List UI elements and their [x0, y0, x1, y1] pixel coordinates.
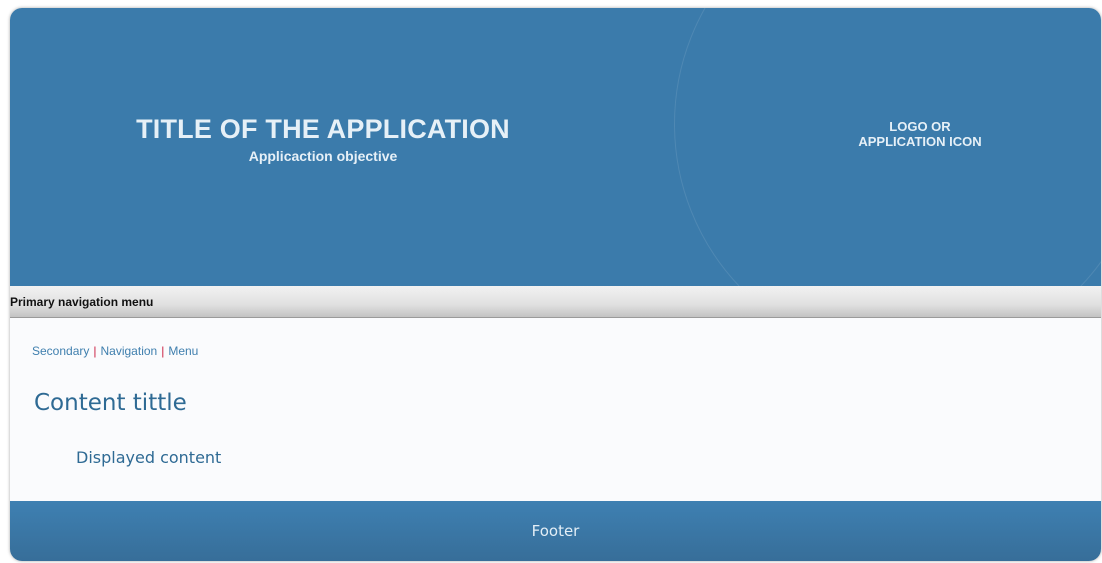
secondary-nav-link-secondary[interactable]: Secondary [32, 344, 89, 358]
secondary-navigation: Secondary | Navigation | Menu [32, 344, 198, 358]
logo-placeholder: LOGO OR APPLICATION ICON [780, 119, 1060, 149]
nav-separator: | [161, 344, 165, 358]
content-body: Displayed content [76, 448, 222, 467]
secondary-nav-link-menu[interactable]: Menu [168, 344, 198, 358]
footer-label: Footer [531, 522, 580, 540]
nav-separator: | [93, 344, 97, 358]
logo-text-line2: APPLICATION ICON [858, 134, 982, 149]
app-window: TITLE OF THE APPLICATION Applicaction ob… [10, 8, 1101, 561]
app-title: TITLE OF THE APPLICATION [136, 114, 510, 144]
primary-navigation-menu[interactable]: Primary navigation menu [10, 286, 1101, 318]
secondary-nav-link-navigation[interactable]: Navigation [101, 344, 158, 358]
primary-nav-label: Primary navigation menu [10, 295, 154, 309]
content-title: Content tittle [34, 390, 187, 416]
logo-text-line1: LOGO OR [889, 119, 951, 134]
footer: Footer [10, 501, 1101, 561]
title-block: TITLE OF THE APPLICATION Applicaction ob… [50, 112, 596, 165]
header-banner: TITLE OF THE APPLICATION Applicaction ob… [10, 8, 1101, 286]
app-subtitle: Applicaction objective [248, 148, 398, 164]
